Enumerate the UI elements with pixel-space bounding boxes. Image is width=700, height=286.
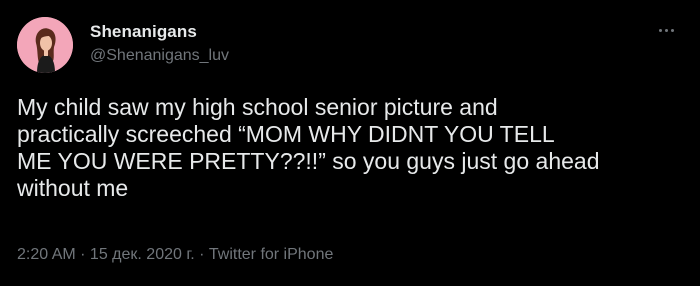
avatar[interactable] [17, 17, 73, 73]
more-options-icon [658, 28, 662, 32]
avatar-illustration-icon [17, 17, 73, 73]
tweet-text: My child saw my high school senior pictu… [17, 94, 600, 201]
tweet-card: Shenanigans @Shenanigans_luv My child sa… [0, 0, 700, 286]
display-name[interactable]: Shenanigans [90, 22, 197, 42]
user-handle[interactable]: @Shenanigans_luv [90, 47, 229, 65]
more-options-button[interactable] [650, 22, 682, 38]
tweet-timestamp-source[interactable]: 2:20 AM · 15 дек. 2020 г. · Twitter for … [17, 246, 333, 264]
